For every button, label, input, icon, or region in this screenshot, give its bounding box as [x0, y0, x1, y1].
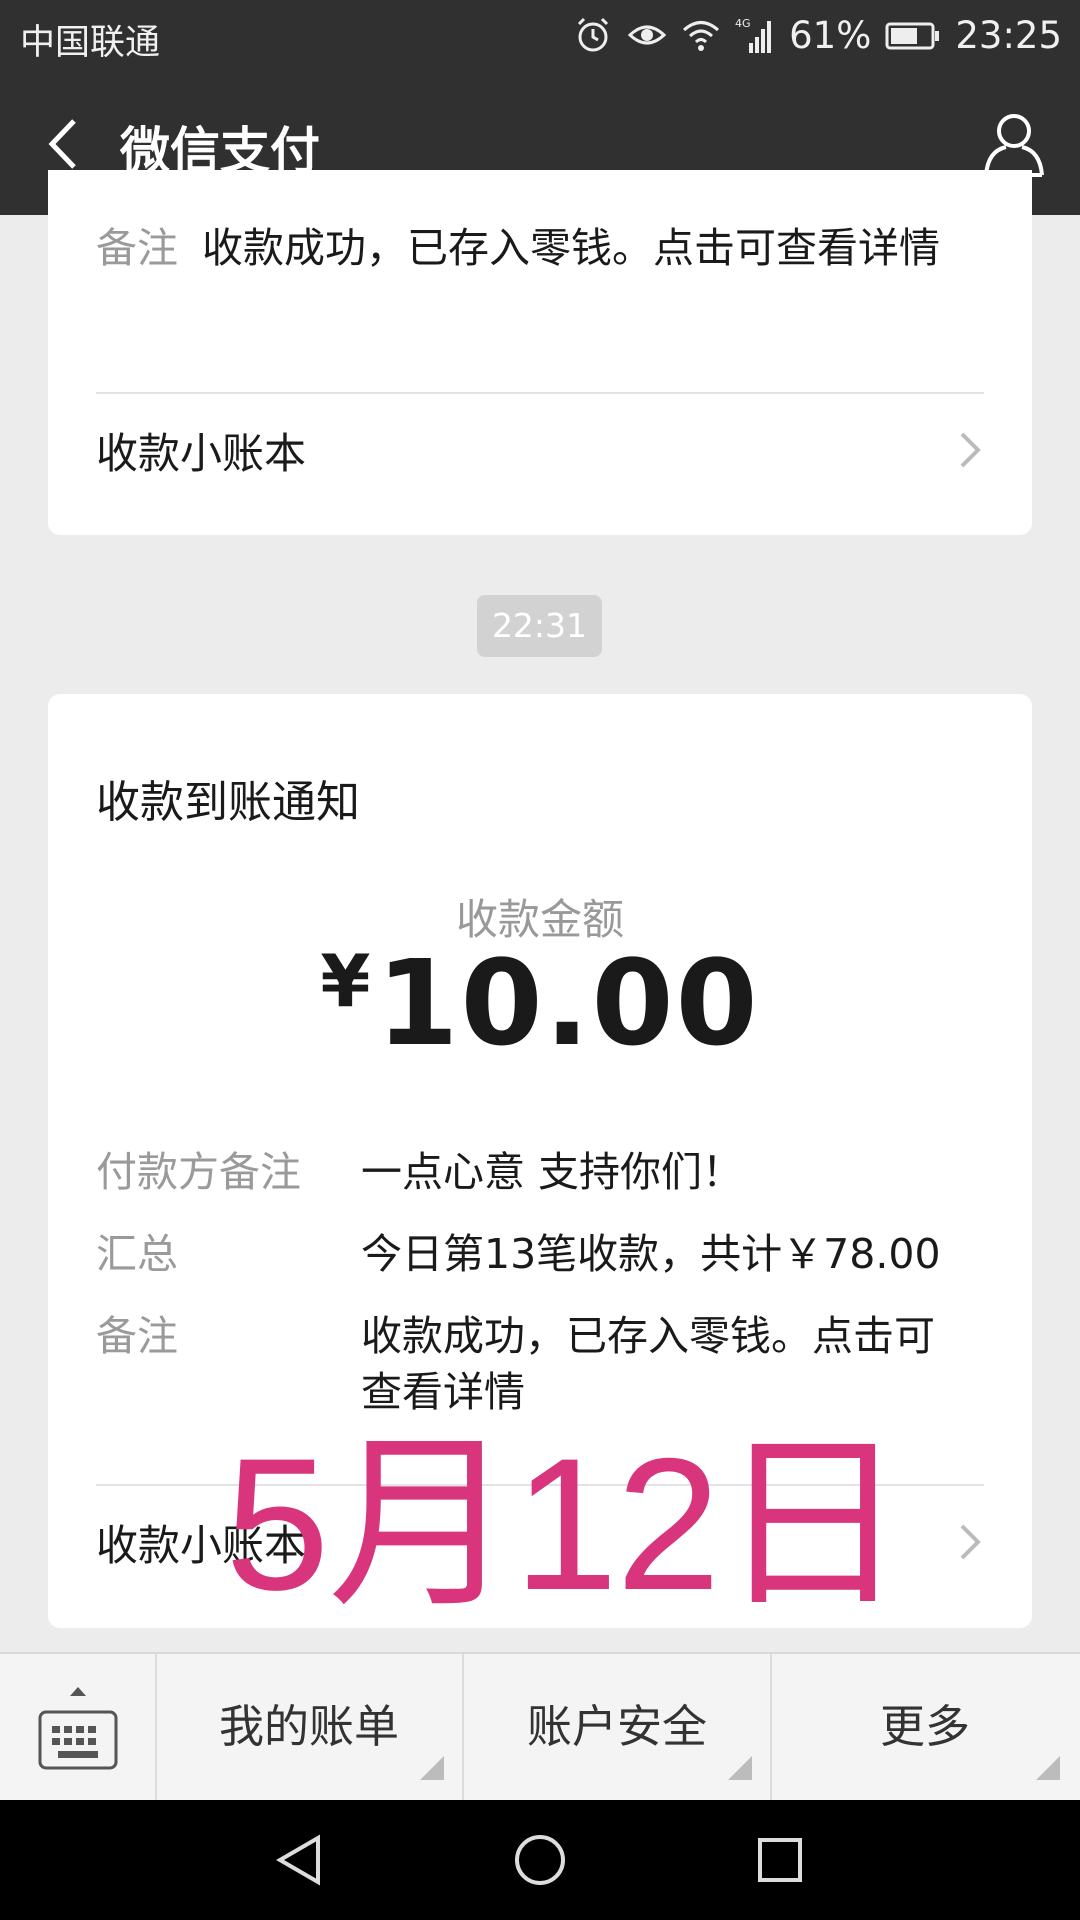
recents-square-icon[interactable] — [750, 1830, 810, 1890]
summary-label: 汇总 — [96, 1230, 178, 1278]
payer-note-label: 付款方备注 — [96, 1148, 301, 1196]
message-timestamp: 22:31 — [477, 595, 602, 657]
chevron-right-icon — [960, 432, 981, 468]
status-bar: 中国联通 4G 61% 23:25 — [0, 0, 1080, 73]
carrier-name: 中国联通 — [20, 23, 161, 63]
ledger-link-label: 收款小账本 — [96, 429, 307, 478]
battery-percent: 61% — [789, 13, 872, 57]
battery-icon — [885, 22, 940, 50]
note-label: 备注 — [96, 224, 178, 272]
submenu-indicator-icon — [420, 1756, 444, 1780]
eye-icon — [627, 25, 667, 45]
submenu-indicator-icon — [1036, 1756, 1060, 1780]
notification-heading: 收款到账通知 — [96, 777, 360, 828]
triangle-up-icon — [70, 1687, 86, 1696]
alarm-icon — [578, 17, 609, 52]
menu-more[interactable]: 更多 — [772, 1654, 1078, 1800]
menu-my-bills[interactable]: 我的账单 — [156, 1654, 464, 1800]
signal-icon: 4G — [735, 17, 772, 53]
menu-label: 更多 — [879, 1700, 970, 1753]
currency-symbol: ¥ — [320, 939, 373, 1023]
note-label: 备注 — [96, 1312, 178, 1360]
back-arrow-icon[interactable] — [30, 109, 100, 179]
home-circle-icon[interactable] — [510, 1830, 570, 1890]
ledger-link-row[interactable]: 收款小账本 — [96, 394, 984, 504]
keyboard-toggle-button[interactable] — [0, 1654, 157, 1800]
menu-label: 账户安全 — [526, 1700, 707, 1753]
status-icons: 4G 61% 23:25 — [573, 10, 1062, 60]
submenu-indicator-icon — [728, 1756, 752, 1780]
menu-account-security[interactable]: 账户安全 — [464, 1654, 772, 1800]
summary-value: 今日第13笔收款，共计￥78.00 — [361, 1230, 941, 1278]
note-value: 收款成功，已存入零钱。点击可查看详情 — [202, 224, 940, 272]
keyboard-icon — [38, 1710, 118, 1770]
payer-note-value: 一点心意 支持你们！ — [361, 1148, 744, 1196]
amount-number: 10.00 — [376, 934, 760, 1072]
previous-notification-card: 备注 收款成功，已存入零钱。点击可查看详情 收款小账本 — [48, 170, 1032, 535]
bottom-menu-bar: 我的账单 账户安全 更多 — [0, 1652, 1080, 1800]
system-navigation-bar — [0, 1800, 1080, 1920]
amount-value: ¥10.00 — [48, 934, 1032, 1072]
note-value: 收款成功，已存入零钱。点击可查看详情 — [361, 1312, 935, 1416]
svg-text:4G: 4G — [735, 17, 751, 30]
status-time: 23:25 — [955, 13, 1062, 57]
wifi-icon — [683, 21, 720, 51]
chevron-right-icon — [960, 1524, 981, 1560]
back-triangle-icon[interactable] — [270, 1830, 330, 1890]
menu-label: 我的账单 — [218, 1700, 399, 1753]
date-overlay-text: 5月12日 — [225, 1419, 907, 1629]
